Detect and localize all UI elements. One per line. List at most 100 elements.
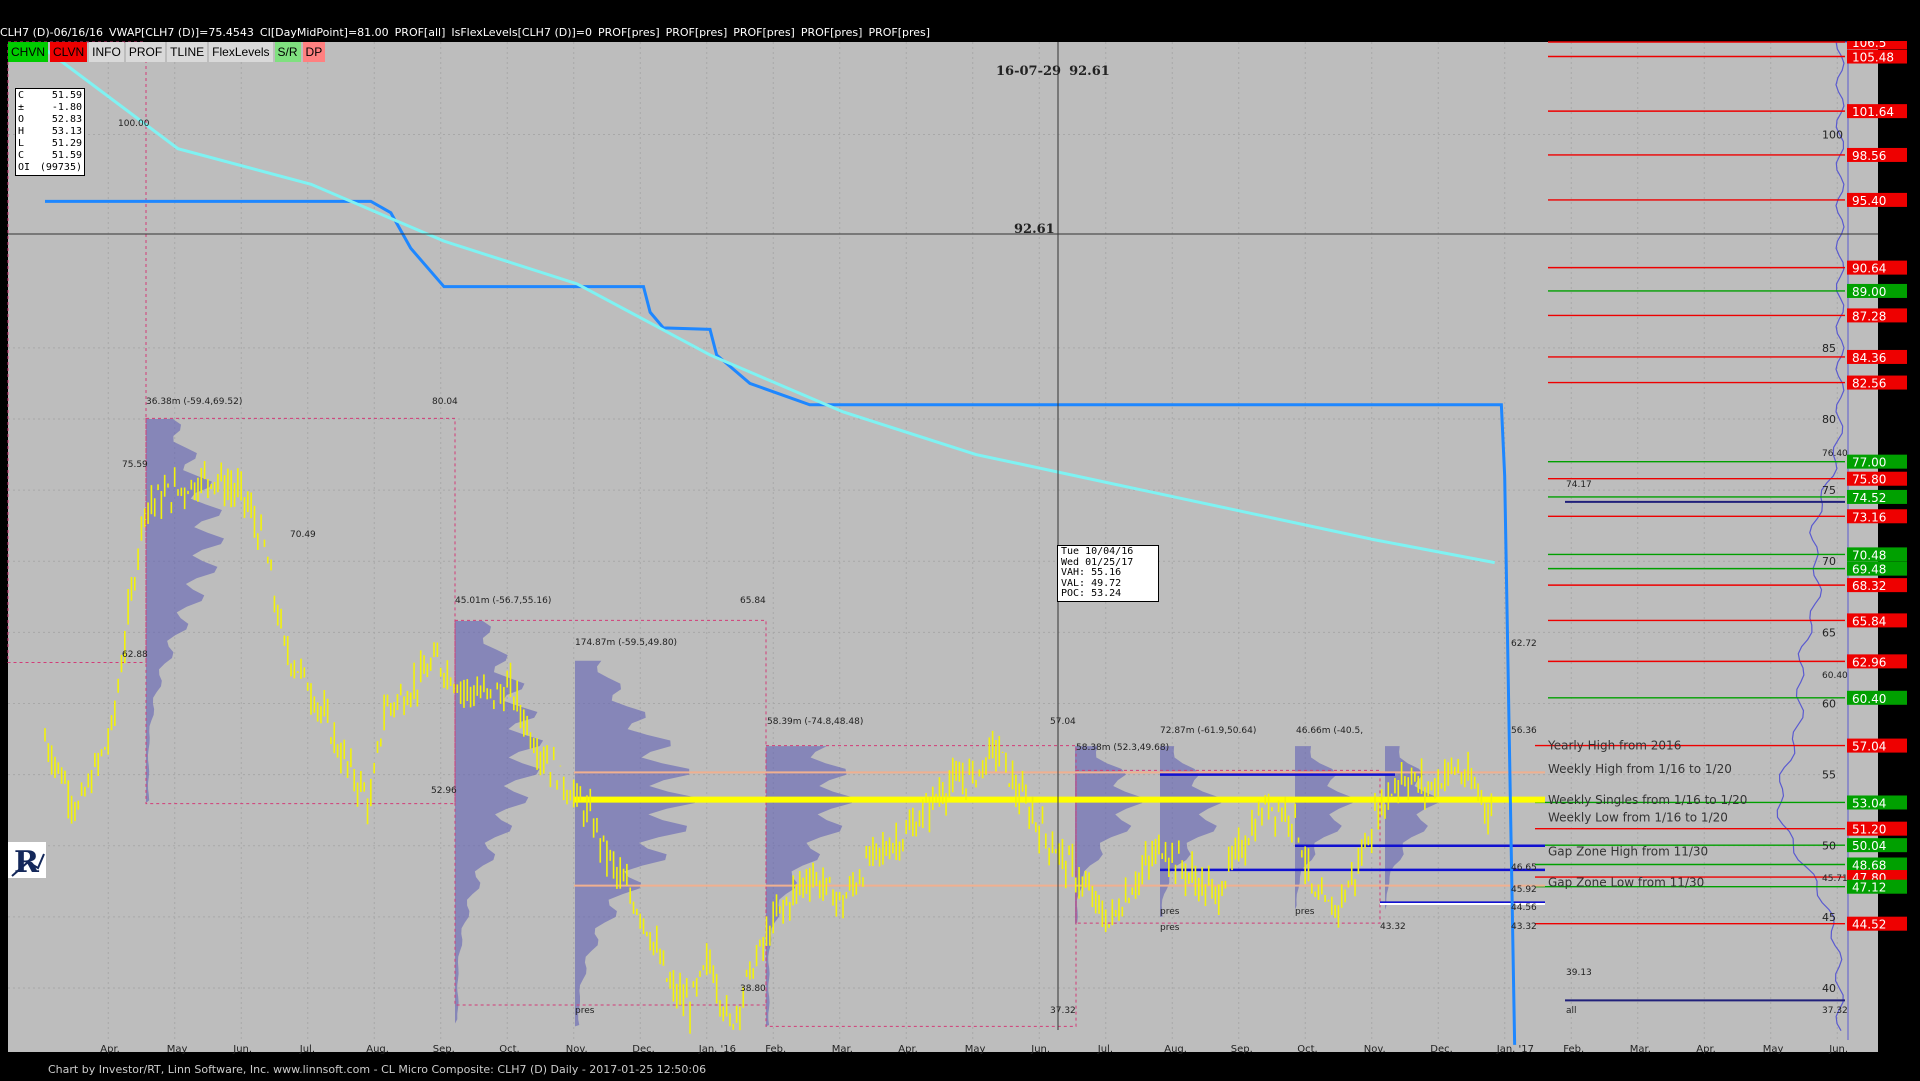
profile-label: 80.04 [432,397,458,407]
profile-label: all [1566,1006,1577,1016]
level-annotation: Weekly Low from 1/16 to 1/20 [1548,810,1728,824]
level-label: 95.40 [1852,194,1886,208]
level-label: 57.04 [1852,740,1886,754]
profile-label: 43.32 [1380,922,1406,932]
tooltip-line: VAH: 55.16 [1061,567,1122,578]
profile-label: 37.32 [1822,1006,1848,1016]
profile-label: 45.01m (-56.7,55.16) [455,596,551,606]
profile-label: 174.87m (-59.5,49.80) [575,638,677,648]
indicator-label: PROF[pres] [800,26,863,39]
profile-label: pres [1160,923,1180,933]
profile-label: 58.39m (-74.8,48.48) [767,717,863,727]
level-label: 69.48 [1852,563,1886,577]
level-label: 44.52 [1852,918,1886,932]
level-annotation: Gap Zone Low from 11/30 [1548,876,1704,890]
level-annotation: Weekly High from 1/16 to 1/20 [1548,762,1732,776]
ohlc-row: O 52.83 [18,114,82,125]
y-tick-label: 85 [1822,342,1836,355]
profile-label: 100.00 [118,119,150,129]
level-label: 68.32 [1852,579,1886,593]
level-label: 74.52 [1852,491,1886,505]
ohlc-row: C 51.59 [18,90,82,101]
toolbar-button-clvn[interactable]: CLVN [50,42,88,62]
profile-label: 72.87m (-61.9,50.64) [1160,726,1256,736]
profile-label: 46.66m (-40.5, [1296,726,1363,736]
toolbar-button-dp[interactable]: DP [302,42,326,62]
indicator-label: PROF[pres] [733,26,795,39]
profile-label: 75.59 [122,460,148,470]
svg-text:R: R [14,845,40,878]
x-tick-label: Apr. [1696,1044,1716,1055]
profile-label: 56.36 [1511,726,1537,736]
x-tick-label: Aug. [366,1044,389,1055]
level-label: 51.20 [1852,823,1886,837]
ohlc-row: L 51.29 [18,138,82,149]
crosshair-date: 16-07-29 92.61 [996,64,1110,79]
footer-caption: Chart by Investor/RT, Linn Software, Inc… [48,1063,707,1076]
profile-label: 62.88 [122,650,148,660]
indicator-bar: CLH7 (D)-06/16/16 VWAP[CLH7 (D)]=75.4543 C… [0,25,1920,41]
toolbar-button-chvn[interactable]: CHVN [8,42,49,62]
x-tick-label: Sep. [1231,1044,1253,1055]
x-tick-label: Jun. [1828,1044,1848,1055]
level-label: 101.64 [1852,105,1894,119]
level-label: 84.36 [1852,351,1886,365]
x-tick-label: Dec. [632,1044,655,1055]
level-label: 65.84 [1852,614,1886,628]
toolbar-button-info[interactable]: INFO [89,42,124,62]
y-tick-label: 65 [1822,626,1836,639]
indicator-label: PROF[pres] [598,26,660,39]
x-tick-label: Feb. [1563,1044,1584,1055]
indicator-label: VWAP[CLH7 (D)]=75.4543 [109,26,254,39]
toolbar-button-sr[interactable]: S/R [274,42,301,62]
indicator-label: CI[DayMidPoint]=81.00 [259,26,389,39]
level-label: 90.64 [1852,262,1886,276]
x-tick-label: Oct. [1297,1044,1317,1055]
profile-label: 45.71 [1822,874,1848,884]
x-tick-label: Dec. [1430,1044,1453,1055]
level-label: 62.96 [1852,655,1886,669]
profile-label: 62.72 [1511,639,1537,649]
profile-label: 44.56 [1511,903,1537,913]
plot-area[interactable] [8,42,1878,1052]
x-tick-label: Jun. [232,1044,252,1055]
toolbar-button-tline[interactable]: TLINE [167,42,208,62]
toolbar-button-flexlevels[interactable]: FlexLevels [209,42,273,62]
y-tick-label: 55 [1822,769,1836,782]
indicator-label: IsFlexLevels[CLH7 (D)]=0 [451,26,593,39]
profile-label: 60.40 [1822,671,1848,681]
x-tick-label: Mar. [832,1044,853,1055]
level-label: 105.48 [1852,51,1894,65]
toolbar-button-prof[interactable]: PROF [125,42,166,62]
level-annotation: Yearly High from 2016 [1547,739,1681,753]
indicator-label: PROF[all] [394,26,446,39]
indicator-label: PROF[pres] [665,26,728,39]
indicator-label: CLH7 (D)-06/16/16 [0,26,104,39]
level-label: 73.16 [1852,510,1886,524]
level-label: 75.80 [1852,473,1886,487]
level-label: 98.56 [1852,149,1886,163]
profile-label: 52.96 [431,786,457,796]
y-tick-label: 70 [1822,555,1836,568]
price-chart[interactable]: 106.5105.48101.6498.5695.4090.6489.0087.… [0,0,1920,1081]
x-tick-label: Mar. [1630,1044,1651,1055]
investor-rt-logo: R [8,842,46,880]
x-tick-label: Jul. [299,1044,315,1055]
level-label: 89.00 [1852,285,1886,299]
profile-label: 45.92 [1511,885,1537,895]
profile-label: 76.40 [1822,449,1848,459]
x-tick-label: Nov. [566,1044,588,1055]
profile-label: pres [1295,907,1315,917]
profile-label: 38.80 [740,984,766,994]
x-tick-label: Feb. [765,1044,786,1055]
x-tick-label: Apr. [100,1044,120,1055]
profile-label: pres [1160,907,1180,917]
y-tick-label: 80 [1822,413,1836,426]
level-label: 47.12 [1852,881,1886,895]
y-tick-label: 45 [1822,911,1836,924]
x-tick-label: May [1763,1044,1784,1055]
level-label: 82.56 [1852,377,1886,391]
x-tick-label: Jun. [1030,1044,1050,1055]
ohlc-row: ± -1.80 [18,102,82,113]
x-tick-label: Jan. '16 [698,1044,736,1055]
